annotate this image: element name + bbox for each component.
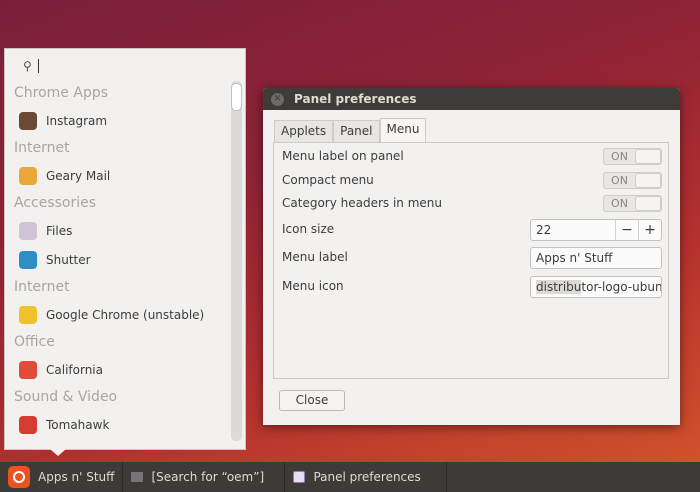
menu-item-label: California	[46, 363, 103, 377]
category-headers-toggle[interactable]: ON	[603, 195, 662, 212]
icon-size-label: Icon size	[282, 222, 335, 236]
ubuntu-logo-icon	[8, 466, 30, 488]
category-header: Internet	[14, 140, 70, 156]
selected-text: distribu	[536, 280, 582, 294]
menu-item[interactable]: Google Chrome (unstable)	[19, 305, 204, 325]
task-search[interactable]: [Search for “oem”]	[123, 462, 286, 492]
toggle-state: ON	[611, 150, 628, 163]
category-header: Office	[14, 334, 55, 350]
menu-item-label: Tomahawk	[46, 418, 110, 432]
tab-applets[interactable]: Applets	[274, 120, 334, 142]
menu-item-label: Shutter	[46, 253, 91, 267]
shutter-icon	[19, 251, 37, 269]
menu-item-label: Google Chrome (unstable)	[46, 308, 205, 322]
search-input[interactable]	[37, 59, 39, 73]
compact-menu-toggle[interactable]: ON	[603, 172, 662, 189]
menu-icon-input[interactable]: distributor-logo-ubuntu	[530, 276, 662, 298]
toggle-state: ON	[611, 197, 628, 210]
application-menu: ⚲ Chrome Apps Instagram Internet Geary Mail…	[4, 48, 246, 450]
compact-menu-label: Compact menu	[282, 173, 374, 187]
search-icon: ⚲	[23, 59, 32, 73]
tomahawk-icon	[19, 416, 37, 434]
menu-label-on-panel-label: Menu label on panel	[282, 149, 404, 163]
folder-icon	[131, 472, 144, 482]
tab-menu[interactable]: Menu	[379, 118, 427, 142]
instagram-icon	[19, 112, 37, 130]
menu-item-label: Instagram	[46, 114, 108, 128]
menu-item[interactable]: Tomahawk	[19, 415, 109, 435]
menu-scrollbar[interactable]	[231, 81, 242, 441]
scrollbar-thumb[interactable]	[231, 83, 242, 111]
category-header: Accessories	[14, 195, 97, 211]
decrement-button[interactable]: −	[615, 220, 638, 240]
apps-menu-label: Apps n' Stuff	[38, 470, 115, 484]
category-headers-label: Category headers in menu	[282, 196, 443, 210]
apps-menu-button[interactable]: Apps n' Stuff	[0, 462, 124, 492]
task-label: [Search for “oem”]	[151, 470, 265, 484]
menu-pointer	[50, 449, 66, 456]
tab-bar: Applets Panel Menu	[274, 118, 427, 142]
menu-icon-label: Menu icon	[282, 279, 344, 293]
toggle-state: ON	[611, 174, 628, 187]
menu-label-label: Menu label	[282, 250, 348, 264]
preferences-icon	[293, 471, 306, 483]
icon-size-value[interactable]: 22	[531, 220, 615, 240]
tab-panel[interactable]: Panel	[333, 120, 380, 142]
dialog-title: Panel preferences	[294, 92, 417, 106]
menu-item[interactable]: Shutter	[19, 250, 91, 270]
folder-icon	[19, 222, 37, 240]
icon-size-spinner[interactable]: 22 − +	[530, 219, 662, 241]
category-header: Sound & Video	[14, 389, 118, 405]
mail-icon	[19, 167, 37, 185]
menu-label-input[interactable]: Apps n' Stuff	[530, 247, 662, 269]
input-text: tor-logo-ubuntu	[581, 280, 662, 294]
menu-item-label: Geary Mail	[46, 169, 111, 183]
menu-settings: Menu label on panel ON Compact menu ON C…	[273, 142, 669, 379]
menu-item[interactable]: Geary Mail	[19, 166, 110, 186]
menu-item[interactable]: Files	[19, 221, 72, 241]
menu-label-on-panel-toggle[interactable]: ON	[603, 148, 662, 165]
close-button[interactable]: Close	[279, 390, 345, 411]
task-label: Panel preferences	[313, 470, 421, 484]
category-header: Chrome Apps	[14, 85, 109, 101]
close-icon[interactable]: ✕	[271, 92, 284, 106]
task-panel-preferences[interactable]: Panel preferences	[285, 462, 448, 492]
menu-item-label: Files	[46, 224, 73, 238]
chrome-icon	[19, 306, 37, 324]
taskbar: Apps n' Stuff [Search for “oem”] Panel p…	[0, 462, 700, 492]
calendar-icon	[19, 361, 37, 379]
menu-item[interactable]: California	[19, 360, 103, 380]
menu-item[interactable]: Instagram	[19, 111, 107, 131]
menu-search[interactable]: ⚲	[23, 57, 39, 75]
panel-preferences-dialog: ✕ Panel preferences Applets Panel Menu M…	[263, 88, 680, 425]
increment-button[interactable]: +	[638, 220, 661, 240]
titlebar: ✕ Panel preferences	[263, 88, 680, 110]
category-header: Internet	[14, 279, 70, 295]
